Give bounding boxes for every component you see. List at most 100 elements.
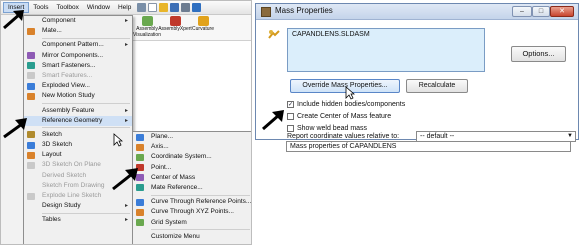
menu-item-label: Mate Reference...	[151, 183, 203, 191]
menu-bar: Insert Tools Toolbox Window Help	[1, 1, 251, 15]
show-weld-bead-option[interactable]: Show weld bead mass	[287, 123, 367, 133]
menu-item-label: Plane...	[151, 133, 174, 140]
explode-line-icon	[27, 192, 35, 200]
menu-separator	[151, 194, 250, 196]
submenu-arrow-icon: ▸	[124, 107, 128, 114]
create-center-of-mass-option[interactable]: Create Center of Mass feature	[287, 111, 391, 121]
assembly-document-icon	[268, 30, 280, 39]
menu-item[interactable]: Mate Reference...	[133, 183, 251, 193]
command-ribbon: Assembly Visualization AssemblyXpert Curva…	[133, 15, 251, 41]
menu-separator	[42, 37, 130, 39]
axis-icon	[136, 143, 144, 151]
menu-item-label: 3D Sketch	[42, 141, 72, 149]
menu-item-label: Point...	[151, 163, 172, 171]
options-button[interactable]: Options...	[511, 46, 566, 62]
menu-item[interactable]: Axis...	[133, 142, 251, 152]
menu-item-label: Component Pattern...	[42, 41, 104, 49]
menu-item-label: Axis...	[151, 143, 169, 151]
submenu-arrow-icon: ▸	[124, 42, 128, 49]
pointer-arrow-icon	[112, 168, 138, 191]
selected-items-list[interactable]: CAPANDLENS.SLDASM	[287, 28, 485, 72]
layout-icon	[27, 151, 35, 159]
menu-item[interactable]: Tables ▸	[24, 215, 132, 225]
menu-item[interactable]: Exploded View...	[24, 81, 132, 91]
print-icon[interactable]	[181, 3, 191, 12]
open-folder-icon[interactable]	[159, 3, 169, 12]
3d-sketch-plane-icon	[27, 161, 35, 169]
menu-item[interactable]: Point...	[133, 163, 251, 173]
show-weld-bead-label: Show weld bead mass	[297, 124, 368, 132]
menu-item[interactable]: Design Study ▸	[24, 201, 132, 211]
menu-item[interactable]: Customize Menu	[133, 232, 251, 242]
menu-item[interactable]: New Motion Study	[24, 91, 132, 101]
menu-item-label: Assembly Feature	[42, 106, 95, 114]
minimize-button[interactable]: –	[512, 6, 532, 17]
grid-system-icon	[136, 219, 144, 226]
menu-item-label: Component	[42, 17, 76, 24]
smart-features-icon	[27, 72, 35, 80]
mass-properties-icon	[261, 7, 271, 17]
menu-item-label: Smart Features...	[42, 71, 93, 79]
maximize-button[interactable]: □	[532, 6, 550, 17]
include-hidden-checkbox[interactable]: ✓	[287, 100, 294, 108]
menu-item-label: Mirror Components...	[42, 51, 104, 59]
menu-item[interactable]: Center of Mass	[133, 173, 251, 183]
include-hidden-option[interactable]: ✓ Include hidden bodies/components	[287, 99, 405, 109]
ribbon-button[interactable]: Curvature	[189, 16, 217, 33]
menu-item-label: New Motion Study	[42, 92, 95, 100]
menu-item[interactable]: Layout	[24, 150, 132, 160]
menu-item[interactable]: Reference Geometry ▸	[24, 115, 132, 126]
menu-item-label: Grid System	[151, 218, 187, 226]
include-hidden-label: Include hidden bodies/components	[297, 100, 406, 108]
menu-item-label: Explode Line Sketch	[42, 192, 102, 199]
ribbon-button-label: Assembly Visualization	[133, 26, 161, 38]
mirror-components-icon	[27, 52, 35, 60]
menu-item-label: Exploded View...	[42, 82, 90, 90]
report-coordinates-label: Report coordinate values relative to:	[287, 133, 400, 140]
menu-item-label: Reference Geometry	[42, 116, 103, 124]
menu-item-label: Derived Sketch	[42, 171, 87, 179]
menu-item-label: Design Study	[42, 202, 81, 210]
menu-item[interactable]: Assembly Feature ▸	[24, 106, 132, 116]
smart-fasteners-icon	[27, 62, 35, 70]
menu-item: Smart Features...	[24, 71, 132, 81]
ribbon-button[interactable]: AssemblyXpert	[158, 16, 192, 33]
submenu-arrow-icon: ▸	[124, 203, 128, 210]
menu-item[interactable]: Component ▸	[24, 16, 132, 26]
create-center-of-mass-checkbox[interactable]	[287, 112, 294, 120]
submenu-arrow-icon: ▸	[124, 18, 128, 24]
menu-item[interactable]: Curve Through Reference Points...	[133, 197, 251, 207]
menu-item[interactable]: Mate...	[24, 26, 132, 36]
selected-file[interactable]: CAPANDLENS.SLDASM	[292, 31, 370, 38]
recalculate-button[interactable]: Recalculate	[406, 79, 468, 93]
curve-ref-points-icon	[136, 198, 144, 206]
menu-toolbox[interactable]: Toolbox	[52, 3, 82, 12]
menu-item[interactable]: Grid System	[133, 218, 251, 228]
title-bar: Mass Properties – □ ✕	[256, 4, 578, 20]
menu-item[interactable]: Curve Through XYZ Points...	[133, 207, 251, 217]
menu-tools[interactable]: Tools	[29, 3, 52, 12]
undo-icon[interactable]	[192, 3, 202, 12]
reference-geometry-submenu: Plane... Axis... Coordinate System... Point…	[132, 131, 251, 244]
menu-window[interactable]: Window	[83, 3, 114, 12]
show-weld-bead-checkbox[interactable]	[287, 124, 294, 132]
menu-item-label: Tables	[42, 216, 61, 224]
menu-item-label: Center of Mass	[151, 173, 196, 181]
ribbon-button-label: Curvature	[192, 26, 214, 32]
menu-item[interactable]: Mirror Components...	[24, 51, 132, 61]
menu-item[interactable]: Coordinate System...	[133, 152, 251, 162]
ribbon-button[interactable]: Assembly Visualization	[133, 16, 161, 38]
curvature-icon	[197, 16, 209, 26]
menu-item[interactable]: Plane...	[133, 132, 251, 142]
menu-item[interactable]: Component Pattern... ▸	[24, 40, 132, 50]
assembly-visualization-icon	[141, 16, 153, 26]
save-icon[interactable]	[170, 3, 180, 12]
menu-item[interactable]: Smart Fasteners...	[24, 61, 132, 71]
pin-icon[interactable]	[137, 3, 147, 12]
menu-help[interactable]: Help	[114, 3, 135, 12]
submenu-arrow-icon: ▸	[124, 217, 128, 224]
new-document-icon[interactable]	[148, 3, 158, 12]
exploded-view-icon	[27, 82, 35, 90]
menu-item-label: Sketch	[42, 130, 62, 138]
close-button[interactable]: ✕	[550, 6, 574, 17]
